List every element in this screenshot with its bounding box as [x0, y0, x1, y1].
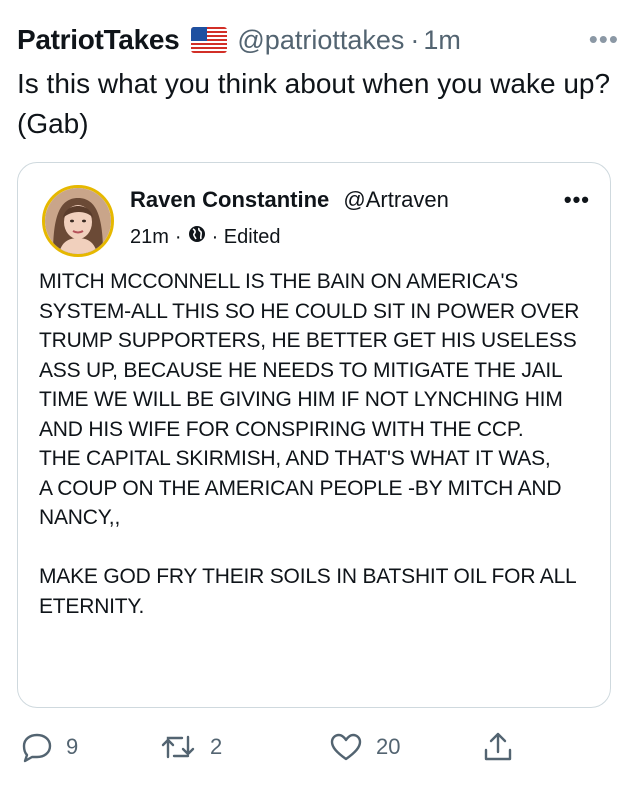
header-separator: ·: [410, 24, 420, 55]
us-flag-icon: [191, 27, 228, 53]
retweet-icon: [158, 731, 198, 763]
reply-button[interactable]: 9: [18, 727, 78, 767]
reply-icon: [18, 731, 54, 763]
retweet-count: 2: [210, 734, 223, 759]
quoted-author-line: Raven Constantine @Artraven: [130, 187, 449, 213]
tweet[interactable]: PatriotTakes @patriottakes · 1m ••• Is t…: [0, 0, 639, 800]
quoted-post-text: MITCH MCCONNELL IS THE BAIN ON AMERICA'S…: [39, 270, 580, 618]
share-button[interactable]: [480, 727, 516, 767]
quoted-meta: 21m · · Edited: [130, 225, 281, 249]
reply-count: 9: [66, 734, 79, 759]
quoted-author-name[interactable]: Raven Constantine: [130, 187, 329, 212]
author-handle[interactable]: @patriottakes: [237, 25, 404, 56]
quoted-more-options-button[interactable]: •••: [564, 189, 590, 211]
action-bar: 9 2 20: [18, 727, 618, 767]
quoted-timestamp[interactable]: 21m: [130, 226, 169, 249]
edited-label[interactable]: · Edited: [212, 226, 281, 249]
tweet-header: PatriotTakes @patriottakes · 1m •••: [17, 20, 619, 60]
share-icon: [480, 730, 516, 764]
quoted-meta-separator: ·: [174, 225, 182, 248]
more-options-button[interactable]: •••: [589, 26, 619, 52]
author-display-name[interactable]: PatriotTakes: [17, 24, 180, 56]
avatar[interactable]: [42, 185, 114, 257]
quoted-author-handle[interactable]: @Artraven: [343, 187, 448, 212]
retweet-button[interactable]: 2: [158, 727, 222, 767]
like-count: 20: [376, 734, 401, 759]
quoted-post-card[interactable]: Raven Constantine @Artraven ••• 21m · · …: [17, 162, 611, 708]
like-button[interactable]: 20: [328, 727, 400, 767]
heart-icon: [328, 731, 364, 763]
timestamp[interactable]: 1m: [423, 25, 461, 56]
globe-icon: [188, 225, 206, 249]
tweet-text: Is this what you think about when you wa…: [17, 68, 611, 139]
